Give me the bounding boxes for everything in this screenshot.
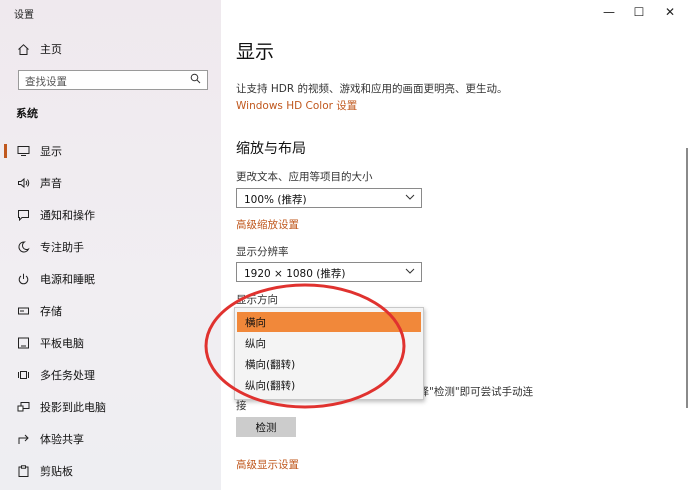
- minimize-icon: —: [603, 5, 615, 19]
- option-label: 横向: [245, 316, 266, 329]
- orientation-option-portrait-flipped[interactable]: 纵向(翻转): [237, 375, 421, 395]
- orientation-option-landscape[interactable]: 横向: [237, 312, 421, 332]
- resolution-label: 显示分辨率: [236, 246, 289, 258]
- multitask-icon: [16, 368, 30, 382]
- sidebar-item-label: 存储: [40, 305, 62, 318]
- home-icon: [16, 42, 30, 56]
- moon-icon: [16, 240, 30, 254]
- orientation-option-portrait[interactable]: 纵向: [237, 333, 421, 353]
- sidebar-item-label: 显示: [40, 145, 62, 158]
- chevron-down-icon: [405, 264, 415, 281]
- advanced-display-link[interactable]: 高级显示设置: [236, 457, 299, 472]
- notification-icon: [16, 208, 30, 222]
- sidebar-item-label: 多任务处理: [40, 369, 95, 382]
- sidebar-item-home[interactable]: 主页: [0, 36, 221, 62]
- minimize-button[interactable]: —: [594, 0, 624, 24]
- option-label: 横向(翻转): [245, 358, 296, 371]
- close-icon: ✕: [664, 5, 676, 19]
- resolution-dropdown-value: 1920 × 1080 (推荐): [244, 268, 346, 280]
- sidebar-item-notifications[interactable]: 通知和操作: [0, 202, 221, 228]
- search-input[interactable]: 查找设置: [18, 70, 208, 90]
- hdr-description: 让支持 HDR 的视频、游戏和应用的画面更明亮、更生动。: [236, 83, 508, 95]
- sidebar-item-display[interactable]: 显示: [0, 138, 221, 164]
- search-placeholder: 查找设置: [25, 76, 67, 88]
- sidebar-item-sound[interactable]: 声音: [0, 170, 221, 196]
- sidebar-item-multitasking[interactable]: 多任务处理: [0, 362, 221, 388]
- detect-button[interactable]: 检测: [236, 417, 296, 437]
- scale-dropdown-value: 100% (推荐): [244, 194, 307, 206]
- project-icon: [16, 400, 30, 414]
- power-icon: [16, 272, 30, 286]
- sidebar-item-power-sleep[interactable]: 电源和睡眠: [0, 266, 221, 292]
- sidebar-item-storage[interactable]: 存储: [0, 298, 221, 324]
- sidebar-item-focus-assist[interactable]: 专注助手: [0, 234, 221, 260]
- sidebar-item-label: 剪贴板: [40, 465, 73, 478]
- clipboard-icon: [16, 464, 30, 478]
- orientation-dropdown-list[interactable]: 横向 纵向 横向(翻转) 纵向(翻转): [234, 307, 424, 400]
- sidebar-item-label: 体验共享: [40, 433, 84, 446]
- sidebar: 设置 主页 查找设置 系统 显示 声音 通知和操作 专注助手 电源和睡眠 存储 …: [0, 0, 221, 490]
- hdr-color-settings-link[interactable]: Windows HD Color 设置: [236, 98, 357, 113]
- sidebar-item-label: 投影到此电脑: [40, 401, 106, 414]
- sidebar-section-title: 系统: [16, 107, 38, 120]
- advanced-scaling-link[interactable]: 高级缩放设置: [236, 217, 299, 232]
- active-indicator: [4, 144, 7, 158]
- resolution-dropdown[interactable]: 1920 × 1080 (推荐): [236, 262, 422, 282]
- share-icon: [16, 432, 30, 446]
- orientation-option-landscape-flipped[interactable]: 横向(翻转): [237, 354, 421, 374]
- scale-dropdown[interactable]: 100% (推荐): [236, 188, 422, 208]
- sidebar-item-clipboard[interactable]: 剪贴板: [0, 458, 221, 484]
- window-title: 设置: [14, 10, 34, 21]
- speaker-icon: [16, 176, 30, 190]
- chevron-down-icon: [405, 190, 415, 207]
- sidebar-item-label: 电源和睡眠: [40, 273, 95, 286]
- option-label: 纵向: [245, 337, 266, 350]
- text-size-label: 更改文本、应用等项目的大小: [236, 171, 373, 183]
- page-title: 显示: [236, 41, 275, 63]
- sidebar-item-label: 主页: [40, 43, 62, 56]
- sidebar-item-label: 声音: [40, 177, 62, 190]
- scrollbar[interactable]: [686, 148, 688, 408]
- detect-button-label: 检测: [255, 421, 277, 434]
- settings-window: 设置 主页 查找设置 系统 显示 声音 通知和操作 专注助手 电源和睡眠 存储 …: [0, 0, 690, 490]
- sidebar-item-label: 通知和操作: [40, 209, 95, 222]
- storage-icon: [16, 304, 30, 318]
- search-icon: [190, 73, 201, 87]
- sidebar-item-label: 平板电脑: [40, 337, 84, 350]
- scale-layout-heading: 缩放与布局: [236, 141, 306, 157]
- sidebar-item-shared-experiences[interactable]: 体验共享: [0, 426, 221, 452]
- tablet-icon: [16, 336, 30, 350]
- option-label: 纵向(翻转): [245, 379, 296, 392]
- orientation-label: 显示方向: [236, 294, 278, 306]
- sidebar-item-tablet[interactable]: 平板电脑: [0, 330, 221, 356]
- detect-description: 选择"检测"即可尝试手动连: [408, 386, 534, 398]
- monitor-icon: [16, 144, 30, 158]
- maximize-icon: ☐: [633, 5, 645, 19]
- close-button[interactable]: ✕: [655, 0, 685, 24]
- sidebar-item-label: 专注助手: [40, 241, 84, 254]
- maximize-button[interactable]: ☐: [624, 0, 654, 24]
- detect-description-line2: 接: [236, 400, 247, 412]
- sidebar-item-project-to-pc[interactable]: 投影到此电脑: [0, 394, 221, 420]
